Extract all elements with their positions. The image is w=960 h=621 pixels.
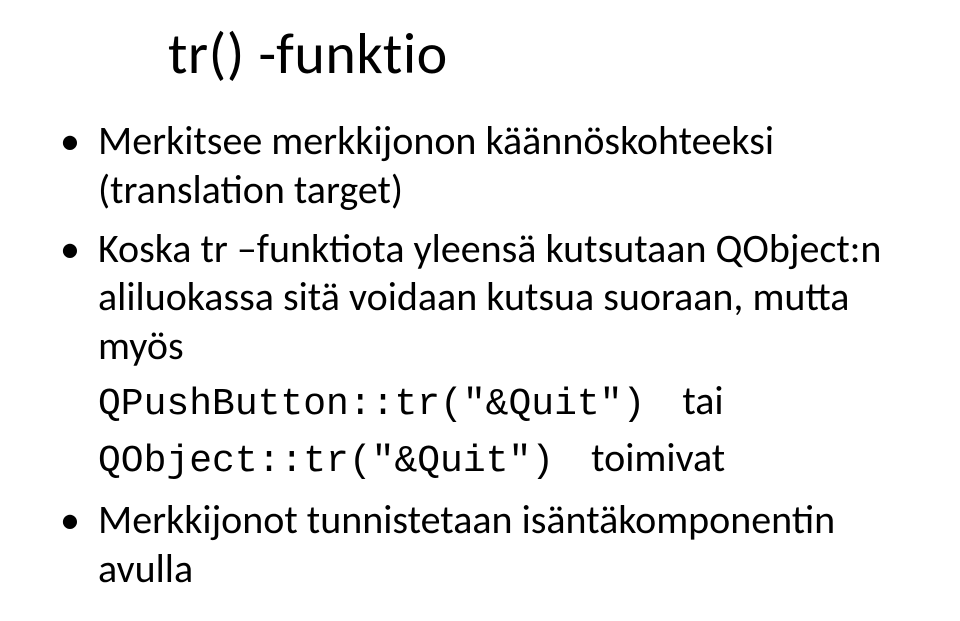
bullet-list: Merkitsee merkkijonon käännöskohteeksi (… [60,117,900,593]
code-qpushbutton-tr: QPushButton::tr("&Quit") [98,383,645,426]
code-qobject-tr: QObject::tr("&Quit") [98,440,554,483]
slide-title: tr() -funktio [168,18,900,89]
bullet-item-1: Merkitsee merkkijonon käännöskohteeksi (… [60,117,900,215]
bullet-text-2-intro: Koska tr –funktiota yleensä kutsutaan QO… [98,225,900,371]
bullet-item-3: Merkkijonot tunnistetaan isäntäkomponent… [60,496,900,594]
bullet-text-1: Merkitsee merkkijonon käännöskohteeksi (… [98,116,774,214]
bullet-text-3: Merkkijonot tunnistetaan isäntäkomponent… [98,495,835,593]
text-tai: tai [682,376,723,425]
bullet-item-2: Koska tr –funktiota yleensä kutsutaan QO… [60,225,900,486]
text-toimivat: toimivat [591,433,725,482]
slide: tr() -funktio Merkitsee merkkijonon kään… [0,0,960,621]
